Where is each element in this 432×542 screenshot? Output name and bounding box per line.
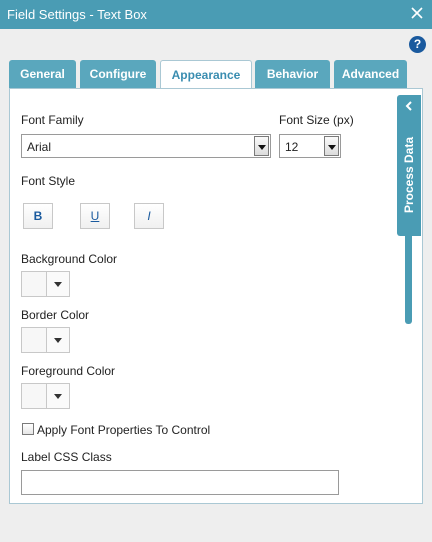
label-css-class-label: Label CSS Class <box>21 450 112 464</box>
background-color-picker[interactable] <box>21 271 70 297</box>
tab-behavior[interactable]: Behavior <box>255 60 330 88</box>
underline-button[interactable]: U <box>80 203 110 229</box>
color-swatch <box>22 272 47 296</box>
chevron-down-icon <box>324 136 339 156</box>
appearance-panel: Font Family Arial Font Size (px) 12 Font… <box>9 88 423 504</box>
tab-general[interactable]: General <box>9 60 76 88</box>
font-size-value: 12 <box>285 140 299 154</box>
font-style-label: Font Style <box>21 174 76 188</box>
font-size-label: Font Size (px) <box>279 113 354 127</box>
border-color-label: Border Color <box>21 308 90 322</box>
process-data-label: Process Data <box>402 136 416 214</box>
window-title: Field Settings - Text Box <box>7 7 147 22</box>
help-icon[interactable]: ? <box>409 36 426 53</box>
process-data-tab[interactable]: Process Data <box>397 95 421 236</box>
font-family-label: Font Family <box>21 113 84 127</box>
close-icon[interactable] <box>408 4 426 22</box>
window-titlebar: Field Settings - Text Box <box>0 0 432 29</box>
tab-configure[interactable]: Configure <box>80 60 156 88</box>
apply-font-label: Apply Font Properties To Control <box>37 423 211 437</box>
italic-button[interactable]: I <box>134 203 164 229</box>
font-size-select[interactable]: 12 <box>279 134 341 158</box>
chevron-down-icon <box>254 136 269 156</box>
chevron-left-icon <box>403 100 415 112</box>
dropdown-arrow-icon <box>54 338 62 343</box>
foreground-color-label: Foreground Color <box>21 364 116 378</box>
label-css-class-input[interactable] <box>21 470 339 495</box>
tab-advanced[interactable]: Advanced <box>334 60 407 88</box>
color-swatch <box>22 384 47 408</box>
tab-appearance[interactable]: Appearance <box>160 60 252 90</box>
border-color-picker[interactable] <box>21 327 70 353</box>
dropdown-arrow-icon <box>54 394 62 399</box>
background-color-label: Background Color <box>21 252 118 266</box>
color-swatch <box>22 328 47 352</box>
font-family-select[interactable]: Arial <box>21 134 271 158</box>
foreground-color-picker[interactable] <box>21 383 70 409</box>
apply-font-checkbox[interactable] <box>22 423 34 435</box>
font-family-value: Arial <box>27 140 52 154</box>
bold-button[interactable]: B <box>23 203 53 229</box>
dropdown-arrow-icon <box>54 282 62 287</box>
